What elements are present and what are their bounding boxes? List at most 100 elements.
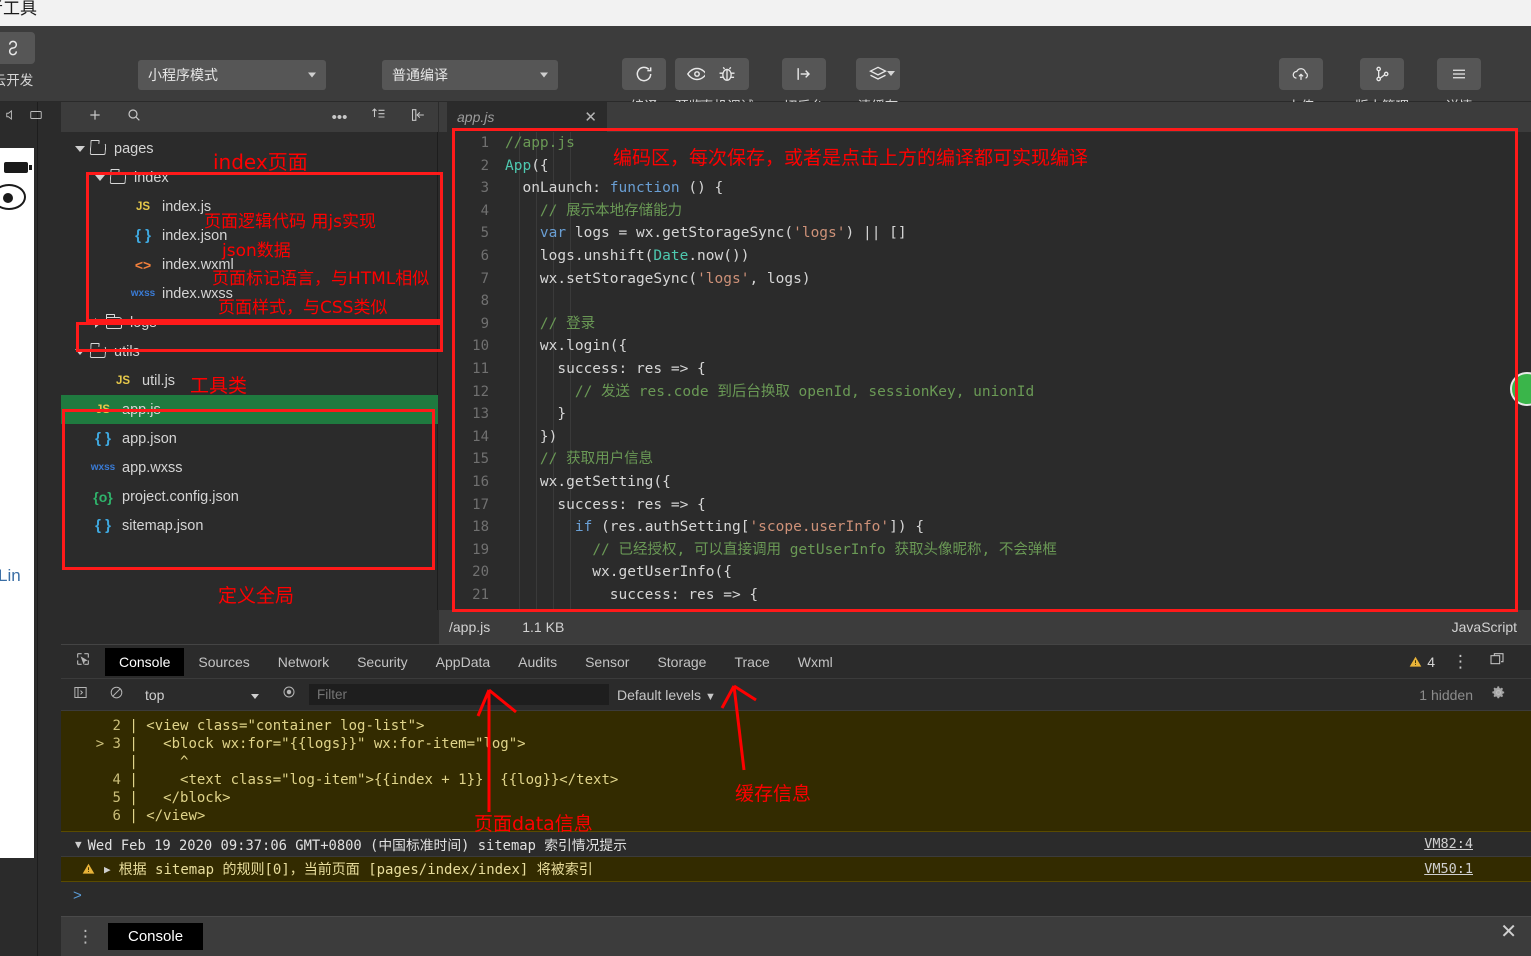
tree-item-project-config-json[interactable]: {o} project.config.json xyxy=(61,482,438,511)
console-warning-source-link[interactable]: VM50:1 xyxy=(1424,861,1473,877)
code-line: 15 // 获取用户信息 xyxy=(439,448,1531,471)
caret-down-icon[interactable]: ▼ xyxy=(75,838,82,851)
close-icon[interactable]: ✕ xyxy=(1500,919,1517,944)
tree-item-index-wxml[interactable]: <> index.wxml xyxy=(61,250,438,279)
code-line-text: if (res.authSetting['scope.userInfo']) { xyxy=(574,519,925,536)
tree-item-index-wxss[interactable]: wxss index.wxss xyxy=(61,279,438,308)
panel-toggle-icon[interactable] xyxy=(399,107,438,127)
json-file-icon: { } xyxy=(135,227,151,244)
compile-mode-value: 普通编译 xyxy=(392,67,448,83)
tree-item-index[interactable]: index xyxy=(61,163,438,192)
snippet-line-number xyxy=(81,753,121,771)
tree-item-label: utils xyxy=(114,343,140,360)
code-line: 21 success: res => { xyxy=(439,584,1531,607)
tree-item-label: app.json xyxy=(122,430,177,447)
tree-item-index-js[interactable]: JS index.js xyxy=(61,192,438,221)
gear-icon[interactable] xyxy=(1490,684,1507,706)
tree-item-label: project.config.json xyxy=(122,488,239,505)
tree-item-app-js[interactable]: JS app.js xyxy=(61,395,438,424)
console-levels-value: Default levels xyxy=(617,686,702,703)
kebab-menu-icon[interactable]: ⋮ xyxy=(1452,652,1469,672)
console-prompt[interactable]: > xyxy=(61,882,1531,908)
execute-icon[interactable] xyxy=(61,685,99,705)
devtools-tab-network[interactable]: Network xyxy=(264,648,343,676)
clear-console-icon[interactable] xyxy=(99,685,133,705)
console-filter-input[interactable] xyxy=(309,684,609,705)
kebab-menu-icon[interactable]: ⋮ xyxy=(77,927,94,947)
window-icon[interactable] xyxy=(28,108,44,127)
devtools-tab-trace[interactable]: Trace xyxy=(720,648,783,676)
cfg-file-icon: {o} xyxy=(93,488,113,505)
code-editor: app.js ✕ 1 //app.js 2 App({3 onLaunch: func… xyxy=(439,102,1531,644)
devtools-tab-wxml[interactable]: Wxml xyxy=(784,648,847,676)
inspect-element-icon[interactable] xyxy=(61,651,105,672)
tree-item-sitemap-json[interactable]: { } sitemap.json xyxy=(61,511,438,540)
editor-file-size: 1.1 KB xyxy=(522,619,565,635)
chevron-down-icon[interactable] xyxy=(75,145,85,152)
tree-item-app-json[interactable]: { } app.json xyxy=(61,424,438,453)
folder-icon xyxy=(109,171,127,184)
os-title-strip: 者工具 xyxy=(0,0,1531,26)
console-context-select[interactable]: top xyxy=(133,687,283,703)
battery-icon xyxy=(4,162,32,173)
wxss-file-icon: wxss xyxy=(90,462,116,473)
tree-item-pages[interactable]: pages xyxy=(61,134,438,163)
code-line-text: // 展示本地存储能力 xyxy=(539,202,683,219)
collapse-icon[interactable] xyxy=(359,107,398,127)
background-switch-icon xyxy=(782,58,826,90)
tree-item-label: index.wxss xyxy=(162,285,233,302)
devtools-tab-console[interactable]: Console xyxy=(105,647,185,676)
snippet-line-text: </block> xyxy=(146,790,231,806)
console-group-source-link[interactable]: VM82:4 xyxy=(1424,836,1473,852)
code-line-text: wx.getUserInfo({ xyxy=(505,564,732,581)
tree-item-index-json[interactable]: { } index.json xyxy=(61,221,438,250)
simulator-screen[interactable]: Lin xyxy=(0,148,34,858)
devtools-tab-security[interactable]: Security xyxy=(343,648,422,676)
drawer-tab-console[interactable]: Console xyxy=(108,923,204,950)
warning-count-badge[interactable]: 4 xyxy=(1408,654,1435,670)
console-warning-row[interactable]: ▶ 根据 sitemap 的规则[0]，当前页面 [pages/index/in… xyxy=(61,857,1531,882)
console-output[interactable]: 2 | <view class="container log-list"> > 3… xyxy=(61,711,1531,913)
cloud-dev-button[interactable]: 云开发 xyxy=(0,32,42,89)
devtools-tab-appdata[interactable]: AppData xyxy=(422,648,504,676)
compile-mode-select[interactable]: 普通编译 xyxy=(382,60,558,90)
tree-item-app-wxss[interactable]: wxss app.wxss xyxy=(61,453,438,482)
editor-tab-title: app.js xyxy=(457,109,495,125)
caret-right-icon[interactable]: ▶ xyxy=(104,863,111,876)
chevron-down-icon xyxy=(308,72,316,78)
tree-item-utils[interactable]: utils xyxy=(61,337,438,366)
close-icon[interactable]: ✕ xyxy=(584,108,597,126)
chevron-right-icon[interactable] xyxy=(95,317,101,328)
tree-item-util-js[interactable]: JS util.js xyxy=(61,366,438,395)
devtools-tab-audits[interactable]: Audits xyxy=(504,648,571,676)
console-snippet-line: > 3 | <block wx:for="{{logs}}" wx:for-it… xyxy=(61,735,1531,753)
snippet-line-number: 4 xyxy=(95,772,121,788)
chevron-down-icon[interactable] xyxy=(95,174,105,181)
devtools-tab-sources[interactable]: Sources xyxy=(184,648,263,676)
search-icon[interactable] xyxy=(114,107,153,127)
folder-icon xyxy=(89,345,107,358)
more-icon[interactable]: ••• xyxy=(320,109,359,126)
line-number: 8 xyxy=(480,293,489,310)
devtools-tabbar[interactable]: Console Sources Network Security AppData Audi… xyxy=(61,645,1531,679)
chevron-down-icon[interactable] xyxy=(75,348,85,355)
console-group-header[interactable]: ▼ Wed Feb 19 2020 09:37:06 GMT+0800 (中国标… xyxy=(61,832,1531,857)
file-tree[interactable]: pages index JS index.js { } index.json <> index… xyxy=(61,134,438,540)
tree-item-label: util.js xyxy=(142,372,176,389)
devtools-tab-storage[interactable]: Storage xyxy=(643,648,720,676)
mode-select[interactable]: 小程序模式 xyxy=(138,60,326,90)
console-levels-select[interactable]: Default levels ▼ xyxy=(617,687,716,703)
code-line: 2 App({ xyxy=(439,155,1531,178)
console-prompt-caret: > xyxy=(73,886,82,904)
tree-item-logs[interactable]: logs xyxy=(61,308,438,337)
dock-panel-icon[interactable] xyxy=(1489,651,1505,672)
editor-tab-app-js[interactable]: app.js ✕ xyxy=(447,102,607,132)
simulator-tabbar[interactable] xyxy=(0,102,42,132)
line-number: 16 xyxy=(472,473,489,490)
plus-icon[interactable] xyxy=(75,107,114,127)
devtools-tab-sensor[interactable]: Sensor xyxy=(571,648,643,676)
wxss-file-icon: wxss xyxy=(130,288,156,299)
snippet-line-number: 6 xyxy=(95,808,121,824)
sound-icon[interactable] xyxy=(4,108,20,127)
code-content[interactable]: 1 //app.js 2 App({3 onLaunch: function () {… xyxy=(439,132,1531,610)
